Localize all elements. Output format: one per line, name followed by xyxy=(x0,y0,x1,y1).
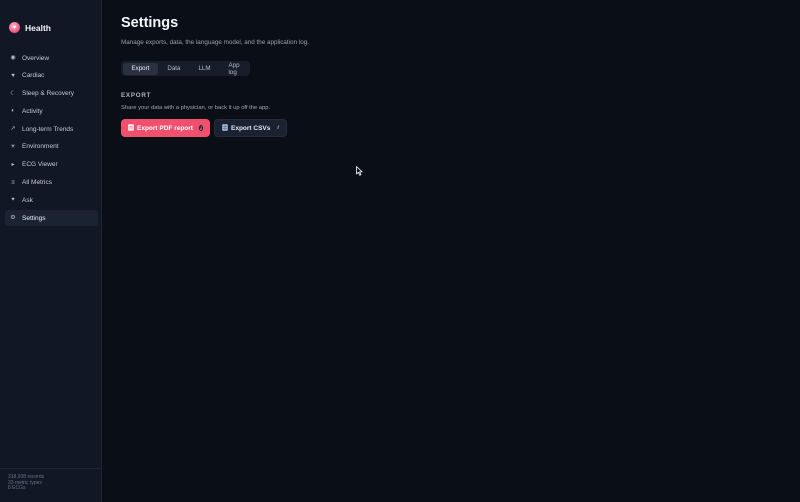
sidebar-item-activity[interactable]: ◐ Activity xyxy=(5,103,98,119)
ecg-count: 8 ECGs xyxy=(8,485,26,492)
moon-icon: ☾ xyxy=(10,90,16,97)
sidebar-item-label: Sleep & Recovery xyxy=(22,90,75,98)
sidebar-item-ecg-viewer[interactable]: ▸ ECG Viewer xyxy=(5,157,98,173)
list-icon: ≡ xyxy=(11,179,15,186)
sidebar-item-overview[interactable]: ◉ Overview xyxy=(5,50,98,66)
gear-icon: ⚙ xyxy=(10,215,16,222)
section-heading: EXPORT xyxy=(121,92,152,99)
tab-llm[interactable]: LLM xyxy=(189,63,219,75)
heart-icon: ♥ xyxy=(11,72,15,79)
sidebar-item-label: Cardiac xyxy=(22,72,45,80)
sidebar-item-sleep-recovery[interactable]: ☾ Sleep & Recovery xyxy=(5,86,98,102)
export-csv-button[interactable]: Export CSVs i xyxy=(214,119,287,137)
overview-icon: ◉ xyxy=(10,55,16,61)
activity-icon: ◐ xyxy=(11,108,15,115)
sidebar-nav: ◉ Overview ♥ Cardiac ☾ Sleep & Recovery … xyxy=(5,50,98,228)
export-pdf-button[interactable]: Export PDF report i xyxy=(121,119,210,137)
sidebar: ♥ Health ◉ Overview ♥ Cardiac ☾ Sleep & … xyxy=(0,0,102,502)
app-title: Health xyxy=(25,22,51,33)
section-description: Share your data with a physician, or bac… xyxy=(121,105,271,111)
sidebar-item-label: All Metrics xyxy=(22,179,52,187)
tab-app-log[interactable]: App log xyxy=(220,62,249,76)
info-icon[interactable]: i xyxy=(198,125,203,131)
sidebar-item-label: Settings xyxy=(22,214,46,222)
page-subtitle: Manage exports, data, the language model… xyxy=(121,39,309,46)
heart-logo-icon: ♥ xyxy=(9,22,20,33)
settings-tabs: Export Data LLM App log xyxy=(121,61,251,76)
sidebar-item-settings[interactable]: ⚙ Settings xyxy=(5,210,98,227)
sidebar-item-all-metrics[interactable]: ≡ All Metrics xyxy=(5,175,98,191)
tab-data[interactable]: Data xyxy=(158,63,189,75)
export-pdf-label: Export PDF report xyxy=(137,124,193,132)
sidebar-item-ask[interactable]: ✦ Ask xyxy=(5,192,98,208)
sidebar-item-environment[interactable]: ☀ Environment xyxy=(5,139,98,155)
sidebar-footer: 318,938 records 33 metric types 8 ECGs xyxy=(0,468,102,502)
sidebar-item-label: Ask xyxy=(22,196,33,204)
mouse-cursor-icon xyxy=(356,163,363,181)
brand[interactable]: ♥ Health xyxy=(9,22,51,33)
sidebar-item-label: Overview xyxy=(22,54,50,62)
sidebar-item-label: Environment xyxy=(22,143,59,151)
spreadsheet-icon xyxy=(222,123,228,133)
sparkle-icon: ✦ xyxy=(10,197,16,204)
export-csv-label: Export CSVs xyxy=(231,124,271,132)
sidebar-item-label: Long-term Trends xyxy=(22,125,74,133)
sidebar-item-label: ECG Viewer xyxy=(22,161,58,169)
trend-arrow-icon: ↗ xyxy=(10,126,16,133)
sidebar-item-cardiac[interactable]: ♥ Cardiac xyxy=(5,68,98,84)
info-icon[interactable]: i xyxy=(277,125,278,131)
page-title: Settings xyxy=(121,15,179,31)
play-icon: ▸ xyxy=(11,161,15,168)
tab-export[interactable]: Export xyxy=(122,62,159,75)
sun-icon: ☀ xyxy=(10,143,16,150)
document-icon xyxy=(128,123,134,133)
sidebar-item-label: Activity xyxy=(22,107,43,115)
sidebar-item-long-term-trends[interactable]: ↗ Long-term Trends xyxy=(5,121,98,137)
